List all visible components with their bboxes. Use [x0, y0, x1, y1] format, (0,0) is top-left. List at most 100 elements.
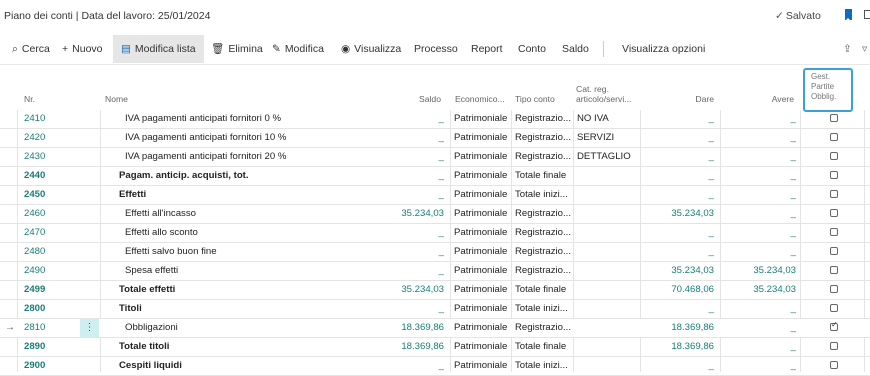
table-row[interactable]: 2420 IVA pagamenti anticipati fornitori 1…	[0, 129, 870, 148]
table-row[interactable]: 2450 Effetti _ Patrimoniale Totale inizi... _…	[0, 186, 870, 205]
saldo-value: _	[438, 246, 444, 257]
table-row[interactable]: 2800 Titoli _ Patrimoniale Totale inizi... _ _	[0, 300, 870, 319]
saldo-value: _	[438, 360, 444, 371]
credit-value: _	[790, 246, 796, 257]
share-icon[interactable]: ⇪	[843, 35, 852, 63]
account-type-value: Totale inizi...	[515, 189, 568, 200]
credit-value: _	[790, 227, 796, 238]
column-header-name[interactable]: Nome	[105, 64, 165, 110]
debit-value: _	[708, 227, 714, 238]
column-header-tipo[interactable]: Tipo conto	[515, 64, 570, 110]
column-header-avere[interactable]: Avere	[740, 64, 796, 110]
gest-partite-checkbox[interactable]	[830, 320, 838, 331]
debit-value: _	[708, 170, 714, 181]
gest-partite-checkbox[interactable]	[830, 285, 838, 293]
column-header-saldo[interactable]: Saldo	[405, 64, 443, 110]
account-type-value: Totale inizi...	[515, 303, 568, 314]
gen-prod-posting-group	[577, 281, 639, 299]
debit-value: 70.468,06	[671, 284, 714, 295]
account-number: 2440	[24, 170, 46, 181]
table-row[interactable]: 2490 Spesa effetti _ Patrimoniale Registrazi…	[0, 262, 870, 281]
account-number: 2890	[24, 341, 46, 352]
gest-partite-checkbox[interactable]	[830, 209, 838, 217]
income-balance-value: Patrimoniale	[454, 170, 508, 181]
edit-list-label: Modifica lista	[134, 43, 196, 55]
bookmark-icon[interactable]	[845, 9, 852, 21]
gest-partite-checkbox[interactable]	[830, 247, 838, 255]
table-row[interactable]: 2470 Effetti allo sconto _ Patrimoniale Regi…	[0, 224, 870, 243]
new-label: Nuovo	[72, 43, 103, 55]
gen-prod-posting-group: NO IVA	[577, 113, 609, 124]
table-row[interactable]: 2460 Effetti all'incasso 35.234,03 Patrimon…	[0, 205, 870, 224]
account-type-value: Totale finale	[515, 341, 567, 352]
table-row[interactable]: 2499 Totale effetti 35.234,03 Patrimoniale T…	[0, 281, 870, 300]
table-row[interactable]: 2410 IVA pagamenti anticipati fornitori 0…	[0, 110, 870, 129]
account-label: Conto	[518, 43, 547, 55]
saldo-value: 18.369,86	[401, 322, 444, 333]
balance-menu[interactable]: Saldo	[562, 35, 589, 63]
account-number: 2800	[24, 303, 46, 314]
edit-button[interactable]: ✎ Modifica	[272, 35, 324, 63]
column-header-dare[interactable]: Dare	[660, 64, 716, 110]
gen-prod-posting-group	[577, 243, 639, 261]
gen-prod-posting-group	[577, 300, 639, 318]
account-number: 2470	[24, 227, 46, 238]
gest-partite-checkbox[interactable]	[830, 342, 838, 350]
account-number: 2810	[24, 322, 46, 333]
new-button[interactable]: + Nuovo	[62, 35, 103, 63]
saldo-value: 35.234,03	[401, 208, 444, 219]
edit-list-button[interactable]: ▤ Modifica lista	[113, 35, 204, 63]
table-row[interactable]: 2890 Totale titoli 18.369,86 Patrimoniale To…	[0, 338, 870, 357]
process-menu[interactable]: Processo	[414, 35, 458, 63]
pencil-icon: ✎	[272, 43, 281, 55]
column-header-gest-partite[interactable]: Gest. Partite Obblig.	[803, 68, 853, 112]
column-header-economico[interactable]: Economico...	[455, 64, 510, 110]
table-row[interactable]: → ⋮ 2810 Obbligazioni 18.369,86 Patrimoniale R…	[0, 319, 870, 338]
gest-partite-checkbox[interactable]	[830, 361, 838, 369]
saved-status: ✓ Salvato	[775, 10, 821, 22]
table-row[interactable]: 2480 Effetti salvo buon fine _ Patrimoniale…	[0, 243, 870, 262]
account-type-value: Registrazio...	[515, 322, 571, 333]
gest-partite-checkbox[interactable]	[830, 304, 838, 312]
income-balance-value: Patrimoniale	[454, 189, 508, 200]
trash-icon: 🗑	[211, 43, 225, 55]
column-header-cat[interactable]: Cat. reg. articolo/servi...	[576, 64, 646, 110]
income-balance-value: Patrimoniale	[454, 113, 508, 124]
credit-value: _	[790, 208, 796, 219]
table-row[interactable]: 2430 IVA pagamenti anticipati fornitori 2…	[0, 148, 870, 167]
income-balance-value: Patrimoniale	[454, 303, 508, 314]
gest-partite-checkbox[interactable]	[830, 114, 838, 122]
search-icon: ⌕	[12, 43, 18, 55]
gest-partite-checkbox[interactable]	[830, 190, 838, 198]
table-row[interactable]: 2900 Cespiti liquidi _ Patrimoniale Totale i…	[0, 357, 870, 376]
income-balance-value: Patrimoniale	[454, 341, 508, 352]
account-menu[interactable]: Conto	[518, 35, 546, 63]
view-button[interactable]: ◉ Visualizza	[341, 35, 401, 63]
gest-partite-checkbox[interactable]	[830, 266, 838, 274]
report-menu[interactable]: Report	[471, 35, 503, 63]
search-button[interactable]: ⌕ Cerca	[12, 35, 50, 63]
gest-partite-checkbox[interactable]	[830, 171, 838, 179]
saldo-value: _	[438, 227, 444, 238]
credit-value: 35.234,03	[753, 284, 796, 295]
gest-partite-checkbox[interactable]	[830, 133, 838, 141]
gest-partite-checkbox[interactable]	[830, 228, 838, 236]
income-balance-value: Patrimoniale	[454, 360, 508, 371]
page-title: Piano dei conti | Data del lavoro: 25/01…	[4, 10, 211, 22]
view-options-menu[interactable]: Visualizza opzioni	[622, 35, 705, 63]
account-type-value: Totale finale	[515, 284, 567, 295]
account-number: 2420	[24, 132, 46, 143]
gen-prod-posting-group	[577, 224, 639, 242]
column-header-nr[interactable]: Nr.	[24, 64, 64, 110]
current-row-arrow-icon: →	[5, 322, 15, 333]
popout-icon[interactable]	[864, 10, 870, 19]
filter-icon[interactable]: ▿	[862, 35, 867, 63]
credit-value: _	[790, 132, 796, 143]
gest-partite-checkbox[interactable]	[830, 152, 838, 160]
table-row[interactable]: 2440 Pagam. anticip. acquisti, tot. _ Patri…	[0, 167, 870, 186]
income-balance-value: Patrimoniale	[454, 284, 508, 295]
saldo-value: _	[438, 303, 444, 314]
delete-button[interactable]: 🗑 Elimina	[211, 35, 263, 63]
account-number: 2410	[24, 113, 46, 124]
account-number: 2450	[24, 189, 46, 200]
